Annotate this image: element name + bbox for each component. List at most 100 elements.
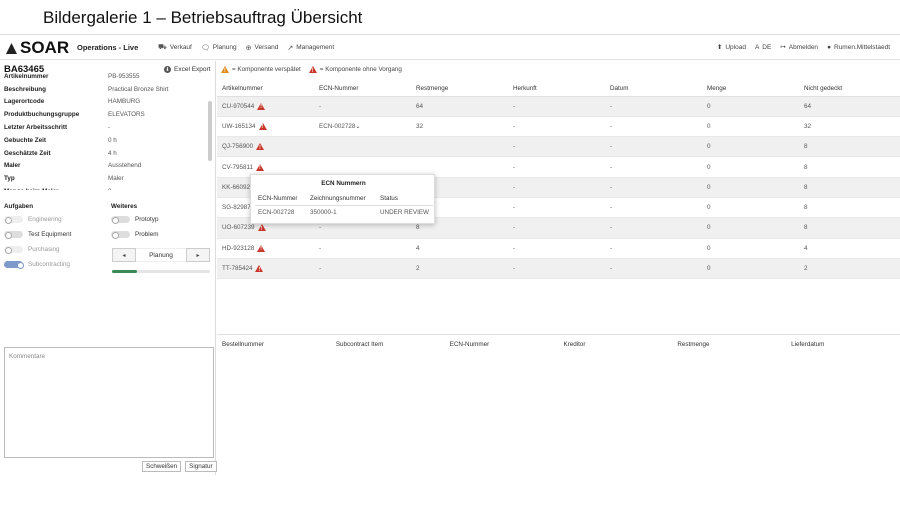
- toggle-label: Purchasing: [28, 246, 60, 253]
- table-row[interactable]: QJ-756900--08: [217, 136, 900, 158]
- subcontract-table: Bestellnummer Subcontract Item ECN-Nummer K…: [217, 337, 900, 352]
- cell-datum: -: [605, 116, 702, 138]
- cell-menge: 0: [702, 217, 799, 239]
- cell-menge: 0: [702, 116, 799, 138]
- globe-icon: ⊕: [245, 44, 252, 52]
- stage-next-button[interactable]: ▸: [186, 248, 210, 262]
- nav-item-versand[interactable]: ⊕ Versand: [246, 43, 279, 52]
- stage-prev-button[interactable]: ◂: [112, 248, 136, 262]
- trend-icon: ↗: [287, 44, 294, 52]
- user-icon: ●: [827, 43, 831, 51]
- article-text: TT-785424: [222, 265, 253, 273]
- cell-rest: 4: [411, 238, 508, 259]
- warning-red-icon: [256, 163, 265, 171]
- toggle-label: Test Equipment: [28, 231, 72, 238]
- user-nav-item-3[interactable]: ● Rumen.Mittelstaedt: [827, 43, 890, 51]
- article-text: UW-165134: [222, 122, 256, 130]
- cell-datum: -: [605, 217, 702, 239]
- order-properties: Artikelnummer PB-953555 Beschreibung Practi…: [4, 70, 209, 190]
- popup-cell-drawing: 350000-1: [310, 209, 337, 217]
- nav-item-label: Verkauf: [169, 44, 192, 51]
- task-toggle-purchasing[interactable]: Purchasing: [4, 246, 60, 254]
- ecn-cell: -: [314, 238, 411, 259]
- warning-red-icon: [257, 102, 266, 110]
- warning-red-icon: [257, 244, 266, 252]
- article-cell: QJ-756900: [217, 136, 314, 158]
- user-nav-label: DE: [762, 43, 772, 51]
- signature-button[interactable]: Signatur: [185, 461, 217, 472]
- article-cell: CU-970544: [217, 96, 314, 117]
- cell-herkunft: -: [508, 217, 605, 239]
- column-header: Lieferdatum: [791, 341, 825, 348]
- extra-toggle-problem[interactable]: Problem: [111, 231, 159, 239]
- cell-nicht: 8: [799, 217, 900, 239]
- property-row: Letzter Arbeitsschritt -: [4, 121, 209, 134]
- ecn-cell[interactable]: ECN-002728⌄: [314, 116, 411, 138]
- progress-fill: [112, 270, 137, 273]
- toggle-switch[interactable]: [4, 246, 23, 254]
- property-row: Typ Maler: [4, 172, 209, 185]
- property-key: Maler: [4, 162, 21, 170]
- nav-item-planung[interactable]: 🗨 Planung: [201, 43, 237, 52]
- cell-herkunft: -: [508, 116, 605, 138]
- logout-icon: ↦: [780, 44, 786, 51]
- properties-scrollbar[interactable]: [208, 101, 212, 161]
- cell-herkunft: -: [508, 177, 605, 198]
- user-nav-item-0[interactable]: ⬆ Upload: [717, 43, 746, 52]
- popup-cell-status: UNDER REVIEW: [380, 209, 429, 217]
- ecn-popup-header: ECN-Nummer Zeichnungsnummer Status: [255, 192, 433, 206]
- article-cell: UW-165134: [217, 116, 314, 138]
- user-nav-item-1[interactable]: A DE: [755, 43, 771, 51]
- toggle-switch[interactable]: [4, 231, 23, 239]
- toggle-switch[interactable]: [4, 216, 23, 224]
- table-row[interactable]: TT-785424-2--02: [217, 258, 900, 280]
- logo-mark-icon: [6, 42, 17, 54]
- app-window: SOAR Operations - Live ⛟ Verkauf 🗨 Planung ⊕…: [0, 34, 900, 475]
- table-row[interactable]: CU-970544-64--064: [217, 96, 900, 117]
- property-row: Geschätzte Zeit 4 h: [4, 147, 209, 160]
- warning-red-icon: [308, 66, 317, 74]
- property-value: HAMBURG: [108, 98, 141, 106]
- cell-herkunft: -: [508, 197, 605, 219]
- cell-menge: 0: [702, 156, 799, 178]
- ecn-value: -: [319, 224, 322, 232]
- weld-button[interactable]: Schweißen: [142, 461, 182, 472]
- cell-datum: -: [605, 156, 702, 178]
- article-text: CV-795811: [222, 163, 254, 171]
- column-header: ECN-Nummer: [449, 341, 490, 348]
- task-toggle-subcontracting[interactable]: Subcontracting: [4, 261, 70, 269]
- property-value: ELEVATORS: [108, 111, 145, 119]
- article-text: HD-923128: [222, 244, 255, 252]
- property-row: Produktbuchungsgruppe ELEVATORS: [4, 108, 209, 121]
- warning-red-icon: [255, 265, 264, 273]
- table-row[interactable]: UW-165134ECN-002728⌄32--032: [217, 116, 900, 138]
- nav-item-verkauf[interactable]: ⛟ Verkauf: [158, 43, 192, 52]
- aufgaben-heading: Aufgaben: [4, 203, 34, 210]
- task-toggle-engineering[interactable]: Engineering: [4, 216, 62, 224]
- user-nav-label: Rumen.Mittelstaedt: [834, 43, 890, 51]
- toggle-switch[interactable]: [111, 231, 130, 239]
- chevron-down-icon[interactable]: ⌄: [355, 124, 360, 130]
- column-header: Restmenge: [411, 81, 508, 97]
- column-header: Restmenge: [677, 341, 710, 348]
- comments-textarea[interactable]: Kommentare: [4, 347, 214, 458]
- article-number: UO-607239: [222, 224, 266, 232]
- toggle-label: Problem: [135, 231, 159, 238]
- cell-menge: 0: [702, 177, 799, 198]
- task-toggle-test-equipment[interactable]: Test Equipment: [4, 231, 72, 239]
- toggle-switch[interactable]: [111, 216, 130, 224]
- property-key: Gebuchte Zeit: [4, 136, 46, 144]
- nav-item-label: Management: [296, 44, 335, 51]
- extra-toggle-prototyp[interactable]: Prototyp: [111, 216, 158, 224]
- user-nav-item-2[interactable]: ↦ Abmelden: [780, 43, 818, 52]
- cell-menge: 0: [702, 197, 799, 219]
- cell-datum: -: [605, 96, 702, 117]
- article-number: CU-970544: [222, 102, 266, 110]
- toggle-switch[interactable]: [4, 261, 24, 269]
- cell-herkunft: -: [508, 258, 605, 280]
- table-row[interactable]: HD-923128-4--04: [217, 238, 900, 259]
- column-header: Datum: [605, 81, 702, 97]
- legend-late: = Komponente verspätet: [232, 66, 301, 73]
- ecn-cell: -: [314, 96, 411, 117]
- nav-item-management[interactable]: ↗ Management: [287, 43, 334, 52]
